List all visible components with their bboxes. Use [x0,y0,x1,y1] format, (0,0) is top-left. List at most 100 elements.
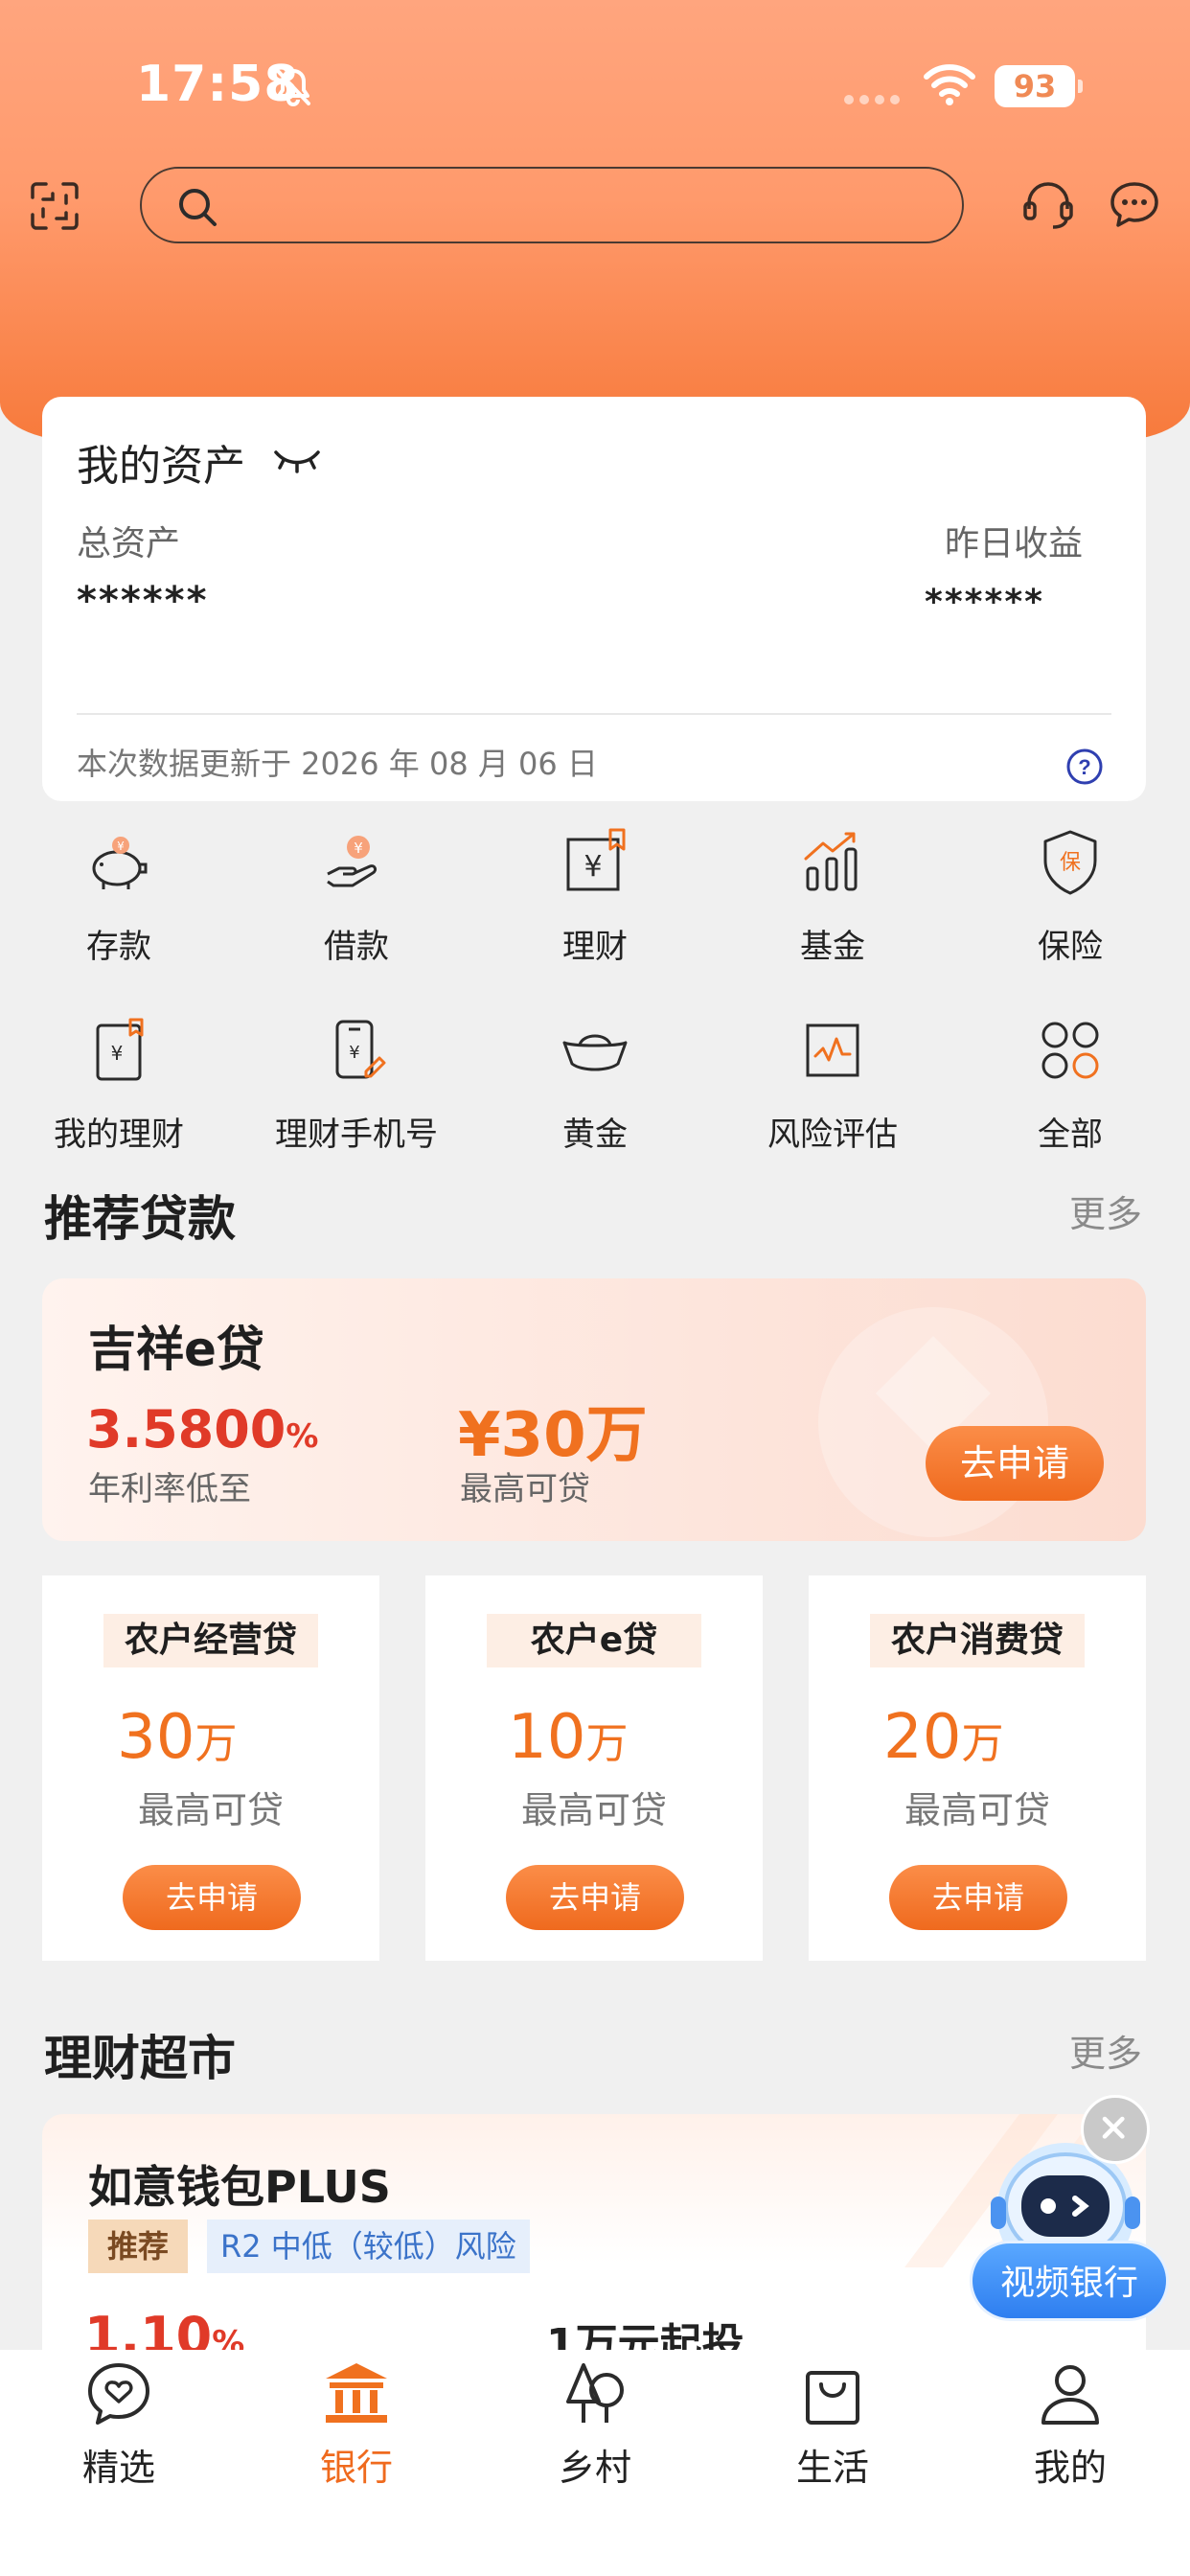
update-time-text: 本次数据更新于 2026 年 08 月 06 日 [77,746,598,782]
loan-card-amount-label: 最高可贷 [137,1789,284,1831]
svg-text:¥: ¥ [111,1042,124,1065]
quick-menu-fund[interactable]: 基金 [737,826,928,967]
quick-menu-gold[interactable]: 黄金 [499,1014,691,1155]
svg-text:¥: ¥ [117,840,125,853]
quick-menu-label: 全部 [1038,1116,1103,1154]
loan-card[interactable]: 农户消费贷 20万 最高可贷 去申请 [809,1576,1146,1961]
fund-chart-icon [804,832,858,891]
user-icon [1041,2365,1099,2425]
quick-menu-wealth-phone[interactable]: ¥ 理财手机号 [261,1014,452,1155]
tab-rural[interactable]: 乡村 [499,2359,691,2491]
tab-bank[interactable]: 银行 [261,2359,452,2491]
yesterday-income-label: 昨日收益 [944,524,1083,564]
loan-card-amount-label: 最高可贷 [520,1789,667,1831]
quick-menu-label: 我的理财 [54,1116,184,1154]
featured-loan-banner[interactable]: 吉祥e贷 3.5800% 年利率低至 ¥30万 最高可贷 去申请 [42,1278,1146,1541]
tab-label: 精选 [81,2447,155,2489]
loan-card-amount: 10万 [508,1702,629,1773]
loan-card-apply-button[interactable]: 去申请 [889,1865,1067,1930]
trees-icon [566,2363,624,2423]
featured-loan-name: 吉祥e贷 [88,1322,264,1377]
loan-card-amount: 20万 [883,1702,1004,1773]
quick-menu-label: 理财手机号 [275,1116,438,1154]
loan-card[interactable]: 农户经营贷 30万 最高可贷 去申请 [42,1576,379,1961]
all-apps-icon [1041,1022,1099,1079]
quick-menu-my-wealth[interactable]: ¥ 我的理财 [23,1014,215,1155]
risk-level-badge: R2 中低（较低）风险 [207,2220,530,2273]
tab-label: 银行 [319,2447,393,2489]
loan-card-name: 农户e贷 [487,1614,701,1668]
tab-label: 我的 [1033,2447,1107,2489]
loan-card-name: 农户经营贷 [103,1614,318,1668]
heart-chat-icon [88,2363,149,2425]
quick-menu-insurance[interactable]: 保 保险 [974,826,1166,967]
quick-menu-loan[interactable]: ¥ 借款 [261,826,452,967]
yesterday-income-value: ****** [925,583,1044,622]
tab-life[interactable]: 生活 [737,2359,928,2491]
quick-menu-label: 借款 [324,928,389,966]
loan-card-name: 农户消费贷 [870,1614,1085,1668]
video-bank-button[interactable]: 视频银行 [970,2241,1169,2321]
bottom-tab-bar: 精选 银行 乡村 生活 我的 [0,2350,1190,2576]
gold-ingot-icon [562,1034,628,1071]
bell-muted-icon [276,69,310,106]
insurance-shield-icon: 保 [1043,830,1097,895]
recommend-badge: 推荐 [88,2220,189,2273]
loan-card[interactable]: 农户e贷 10万 最高可贷 去申请 [425,1576,763,1961]
shopping-bag-icon [806,2371,859,2425]
tab-featured[interactable]: 精选 [23,2359,215,2491]
close-icon [1102,2116,1125,2139]
svg-text:¥: ¥ [354,840,363,857]
featured-loan-max: ¥30万 [458,1400,648,1471]
quick-menu-label: 基金 [800,928,865,966]
quick-menu-deposit[interactable]: ¥ 存款 [23,826,215,967]
quick-menu-label: 黄金 [562,1116,628,1154]
svg-text:?: ? [1078,755,1090,779]
battery-indicator: 93 [995,65,1083,107]
help-icon[interactable]: ? [1065,748,1104,786]
svg-text:¥: ¥ [584,850,602,884]
wealth-more-link[interactable]: 更多 [1069,2024,1142,2077]
asset-card[interactable]: 我的资产 总资产 ****** 昨日收益 ****** 本次数据更新于 2026… [42,397,1146,801]
loan-card-apply-button[interactable]: 去申请 [506,1865,684,1930]
tab-mine[interactable]: 我的 [974,2359,1166,2491]
divider [77,713,1111,715]
loan-card-amount-label: 最高可贷 [904,1789,1050,1831]
featured-apply-button[interactable]: 去申请 [926,1426,1104,1501]
loan-card-apply-button[interactable]: 去申请 [123,1865,301,1930]
tab-label: 生活 [795,2447,869,2489]
close-float-button[interactable] [1081,2095,1150,2164]
quick-menu-label: 理财 [562,928,628,966]
quick-menu-wealth[interactable]: ¥ 理财 [499,826,691,967]
search-icon [179,189,217,226]
featured-loan-rate-label: 年利率低至 [88,1470,251,1508]
quick-menu-risk-assessment[interactable]: 风险评估 [737,1014,928,1155]
total-assets-label: 总资产 [77,524,181,564]
cellular-signal-icon [844,95,900,104]
loan-card-amount: 30万 [117,1702,238,1773]
customer-service-icon[interactable] [1021,178,1075,232]
wealth-icon: ¥ [566,828,626,891]
section-title-loans: 推荐贷款 [44,1191,236,1247]
scan-icon[interactable] [29,180,80,232]
risk-assessment-icon [806,1024,859,1077]
eye-closed-icon[interactable] [272,441,322,479]
wealth-phone-icon: ¥ [335,1020,386,1079]
svg-text:保: 保 [1060,851,1081,875]
loan-hand-icon: ¥ [327,836,378,887]
total-assets-value: ****** [77,579,209,623]
quick-menu-all[interactable]: 全部 [974,1014,1166,1155]
piggy-bank-icon: ¥ [92,837,148,889]
search-input[interactable] [140,167,964,243]
wifi-icon [924,64,975,105]
svg-text:¥: ¥ [349,1043,359,1063]
quick-menu-label: 保险 [1038,928,1103,966]
my-wealth-icon: ¥ [96,1018,144,1081]
quick-menu-label: 风险评估 [767,1116,898,1154]
tab-label: 乡村 [558,2447,631,2489]
bank-icon [326,2363,387,2423]
loans-more-link[interactable]: 更多 [1069,1184,1142,1237]
featured-loan-max-label: 最高可贷 [460,1470,590,1508]
message-icon[interactable] [1108,178,1161,232]
product-name: 如意钱包PLUS [88,2161,391,2213]
